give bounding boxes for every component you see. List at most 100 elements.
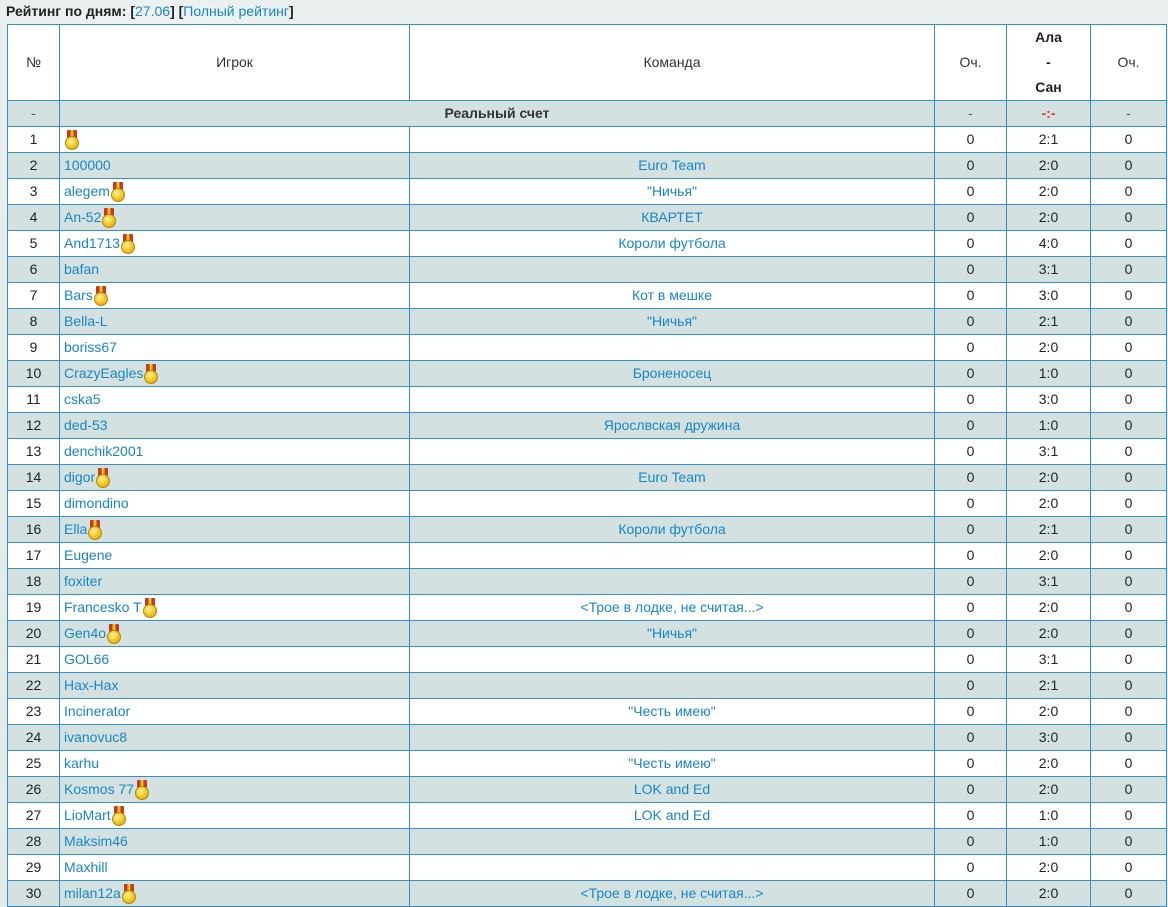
row-rank: 10 [7, 360, 60, 387]
table-row: 27 LioMart LOK and Ed 0 1:0 0 [7, 802, 1167, 829]
team-link[interactable]: LOK and Ed [634, 807, 710, 823]
team-link[interactable]: "Честь имею" [628, 703, 715, 719]
medal-icon [93, 286, 108, 306]
table-row: 21 GOL66 0 3:1 0 [7, 646, 1167, 673]
row-points-1: 0 [934, 542, 1007, 569]
team-link[interactable]: КВАРТЕТ [641, 209, 703, 225]
full-rating-link[interactable]: Полный рейтинг [183, 3, 289, 19]
row-prediction: 2:0 [1006, 204, 1091, 231]
player-link[interactable]: Bella-L [64, 313, 108, 329]
day-link[interactable]: 27.06 [135, 3, 170, 19]
team-link[interactable]: Ярослвская дружина [604, 417, 740, 433]
table-row: 28 Maksim46 0 1:0 0 [7, 828, 1167, 855]
player-link[interactable]: alegem [64, 183, 110, 199]
row-points-2: 0 [1090, 568, 1167, 595]
row-team-cell [409, 126, 935, 153]
row-points-2: 0 [1090, 776, 1167, 803]
player-link[interactable]: karhu [64, 755, 99, 771]
row-prediction: 3:1 [1006, 438, 1091, 465]
player-link[interactable]: Kosmos 77 [64, 781, 134, 797]
team-link[interactable]: LOK and Ed [634, 781, 710, 797]
player-link[interactable]: dimondino [64, 495, 129, 511]
player-link[interactable]: milan12a [64, 885, 121, 901]
player-link[interactable]: CrazyEagles [64, 365, 143, 381]
row-team-cell [409, 828, 935, 855]
player-link[interactable]: An-52 [64, 209, 101, 225]
player-link[interactable]: ivanovuc8 [64, 729, 127, 745]
player-link[interactable]: LioMart [64, 807, 111, 823]
player-link[interactable]: cska5 [64, 391, 101, 407]
col-header-match: Ала - Сан [1006, 24, 1091, 101]
table-row: 15 dimondino 0 2:0 0 [7, 490, 1167, 517]
row-prediction: 3:1 [1006, 256, 1091, 283]
row-points-1: 0 [934, 152, 1007, 179]
row-points-2: 0 [1090, 490, 1167, 517]
row-team-cell: "Ничья" [409, 178, 935, 205]
player-link[interactable]: Ella [64, 521, 87, 537]
player-link[interactable]: foxiter [64, 573, 102, 589]
row-prediction: 1:0 [1006, 412, 1091, 439]
row-player-cell: denchik2001 [59, 438, 410, 465]
team-link[interactable]: Короли футбола [618, 521, 725, 537]
row-team-cell: Броненосец [409, 360, 935, 387]
row-rank: 29 [7, 854, 60, 881]
player-link[interactable]: Maxhill [64, 859, 108, 875]
row-rank: 2 [7, 152, 60, 179]
table-row: 14 digor Euro Team 0 2:0 0 [7, 464, 1167, 491]
team-link[interactable]: Euro Team [638, 469, 705, 485]
player-link[interactable]: Francesko T [64, 599, 142, 615]
player-link[interactable]: Incinerator [64, 703, 130, 719]
team-link[interactable]: <Трое в лодке, не считая...> [580, 885, 763, 901]
player-link[interactable]: Hax-Hax [64, 677, 118, 693]
match-separator: - [1046, 54, 1051, 70]
table-row: 19 Francesko T <Трое в лодке, не считая...… [7, 594, 1167, 621]
medal-icon [65, 130, 79, 150]
row-points-2: 0 [1090, 438, 1167, 465]
table-row: 25 karhu "Честь имею" 0 2:0 0 [7, 750, 1167, 777]
player-link[interactable]: ded-53 [64, 417, 108, 433]
row-points-1: 0 [934, 126, 1007, 153]
player-link[interactable]: 100000 [64, 157, 111, 173]
medal-icon [96, 468, 111, 488]
row-prediction: 3:0 [1006, 724, 1091, 751]
table-row: 5 And1713 Короли футбола 0 4:0 0 [7, 230, 1167, 257]
row-points-2: 0 [1090, 256, 1167, 283]
player-link[interactable]: Gen4o [64, 625, 106, 641]
row-rank: 24 [7, 724, 60, 751]
row-player-cell: ivanovuc8 [59, 724, 410, 751]
team-link[interactable]: "Честь имею" [628, 755, 715, 771]
row-prediction: 2:0 [1006, 854, 1091, 881]
team-link[interactable]: Кот в мешке [632, 287, 712, 303]
row-points-2: 0 [1090, 204, 1167, 231]
row-prediction: 2:0 [1006, 334, 1091, 361]
row-points-2: 0 [1090, 386, 1167, 413]
team-link[interactable]: Euro Team [638, 157, 705, 173]
player-link[interactable]: denchik2001 [64, 443, 143, 459]
row-team-cell: "Честь имею" [409, 698, 935, 725]
table-row: 2 100000 Euro Team 0 2:0 0 [7, 152, 1167, 179]
player-link[interactable]: Bars [64, 287, 93, 303]
col-header-player: Игрок [59, 24, 410, 101]
player-link[interactable]: bafan [64, 261, 99, 277]
player-link[interactable]: Maksim46 [64, 833, 128, 849]
row-points-1: 0 [934, 256, 1007, 283]
medal-disc [102, 214, 117, 228]
team-link[interactable]: <Трое в лодке, не считая...> [580, 599, 763, 615]
team-link[interactable]: "Ничья" [647, 625, 697, 641]
row-prediction: 3:0 [1006, 386, 1091, 413]
player-link[interactable]: And1713 [64, 235, 120, 251]
row-points-1: 0 [934, 360, 1007, 387]
medal-icon [144, 364, 159, 384]
team-link[interactable]: Короли футбола [618, 235, 725, 251]
row-points-2: 0 [1090, 802, 1167, 829]
row-points-1: 0 [934, 204, 1007, 231]
row-points-1: 0 [934, 620, 1007, 647]
team-link[interactable]: Броненосец [633, 365, 712, 381]
player-link[interactable]: GOL66 [64, 651, 109, 667]
team-link[interactable]: "Ничья" [647, 313, 697, 329]
player-link[interactable]: digor [64, 469, 95, 485]
table-row: 24 ivanovuc8 0 3:0 0 [7, 724, 1167, 751]
player-link[interactable]: Eugene [64, 547, 112, 563]
player-link[interactable]: boriss67 [64, 339, 117, 355]
team-link[interactable]: "Ничья" [647, 183, 697, 199]
